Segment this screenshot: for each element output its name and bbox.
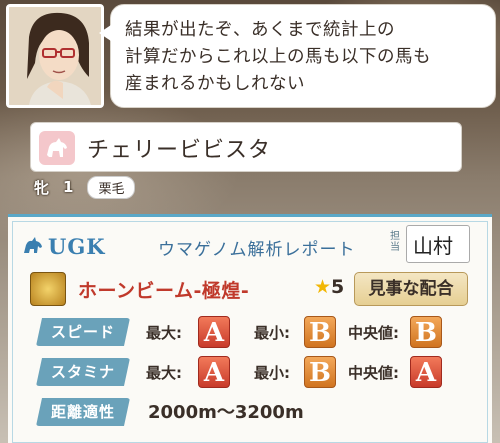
stat-row-stamina: スタミナ 最大: A 最小: B 中央値: A xyxy=(36,356,466,388)
signature-stamp: 山村 xyxy=(406,225,470,263)
ugk-horse-icon xyxy=(24,237,42,253)
distance-value: 2000m～3200m xyxy=(148,402,304,423)
star-icon: ★ xyxy=(314,276,332,298)
stamp-signature: 山村 xyxy=(413,234,453,258)
report-title: ウマゲノム解析レポート xyxy=(158,240,356,260)
stat-label: スピード xyxy=(36,318,130,346)
horse-age: 1 xyxy=(63,178,74,196)
horse-name-card: チェリービビスタ xyxy=(30,122,462,172)
dialogue-line: 産まれるかもしれない xyxy=(125,74,305,94)
stat-label: スタミナ xyxy=(36,358,130,386)
stat-row-distance: 距離適性 2000m～3200m xyxy=(36,396,466,428)
speech-bubble[interactable]: 結果が出たぞ、あくまで統計上の 計算だからこれ以上の馬も以下の馬も 産まれるかも… xyxy=(99,4,496,108)
min-grade: B xyxy=(304,356,336,388)
stat-row-speed: スピード 最大: A 最小: B 中央値: B xyxy=(36,316,466,348)
min-grade: B xyxy=(304,316,336,348)
horse-sex: 牝 xyxy=(34,178,50,197)
max-grade: A xyxy=(198,316,230,348)
ugk-logo: UGK xyxy=(22,231,106,261)
max-key: 最大: xyxy=(146,324,182,342)
mid-grade: B xyxy=(410,316,442,348)
pairing-name: ホーンビーム-極煌- xyxy=(78,280,250,302)
stat-label: 距離適性 xyxy=(36,398,130,426)
mid-key: 中央値: xyxy=(348,324,399,342)
mid-grade: A xyxy=(410,356,442,388)
horse-icon xyxy=(39,131,75,165)
coat-badge: 栗毛 xyxy=(87,175,136,199)
pairing-row: ホーンビーム-極煌- ★5 見事な配合 xyxy=(30,272,470,306)
min-key: 最小: xyxy=(254,324,290,342)
min-key: 最小: xyxy=(254,364,290,382)
max-key: 最大: xyxy=(146,364,182,382)
star-rating: ★5 xyxy=(314,276,344,298)
horse-info-row: 牝 1 栗毛 xyxy=(34,175,136,199)
pairing-emblem-icon xyxy=(30,272,66,306)
charge-label: 担当 xyxy=(390,231,400,253)
horse-name: チェリービビスタ xyxy=(87,138,272,163)
ugk-brand: UGK xyxy=(48,233,106,259)
trainer-portrait xyxy=(6,4,104,108)
dialogue-line: 計算だからこれ以上の馬も以下の馬も xyxy=(125,47,431,67)
star-count: 5 xyxy=(331,276,345,298)
dialogue-line: 結果が出たぞ、あくまで統計上の xyxy=(125,20,395,40)
pairing-quality-badge: 見事な配合 xyxy=(354,272,468,306)
mid-key: 中央値: xyxy=(348,364,399,382)
max-grade: A xyxy=(198,356,230,388)
